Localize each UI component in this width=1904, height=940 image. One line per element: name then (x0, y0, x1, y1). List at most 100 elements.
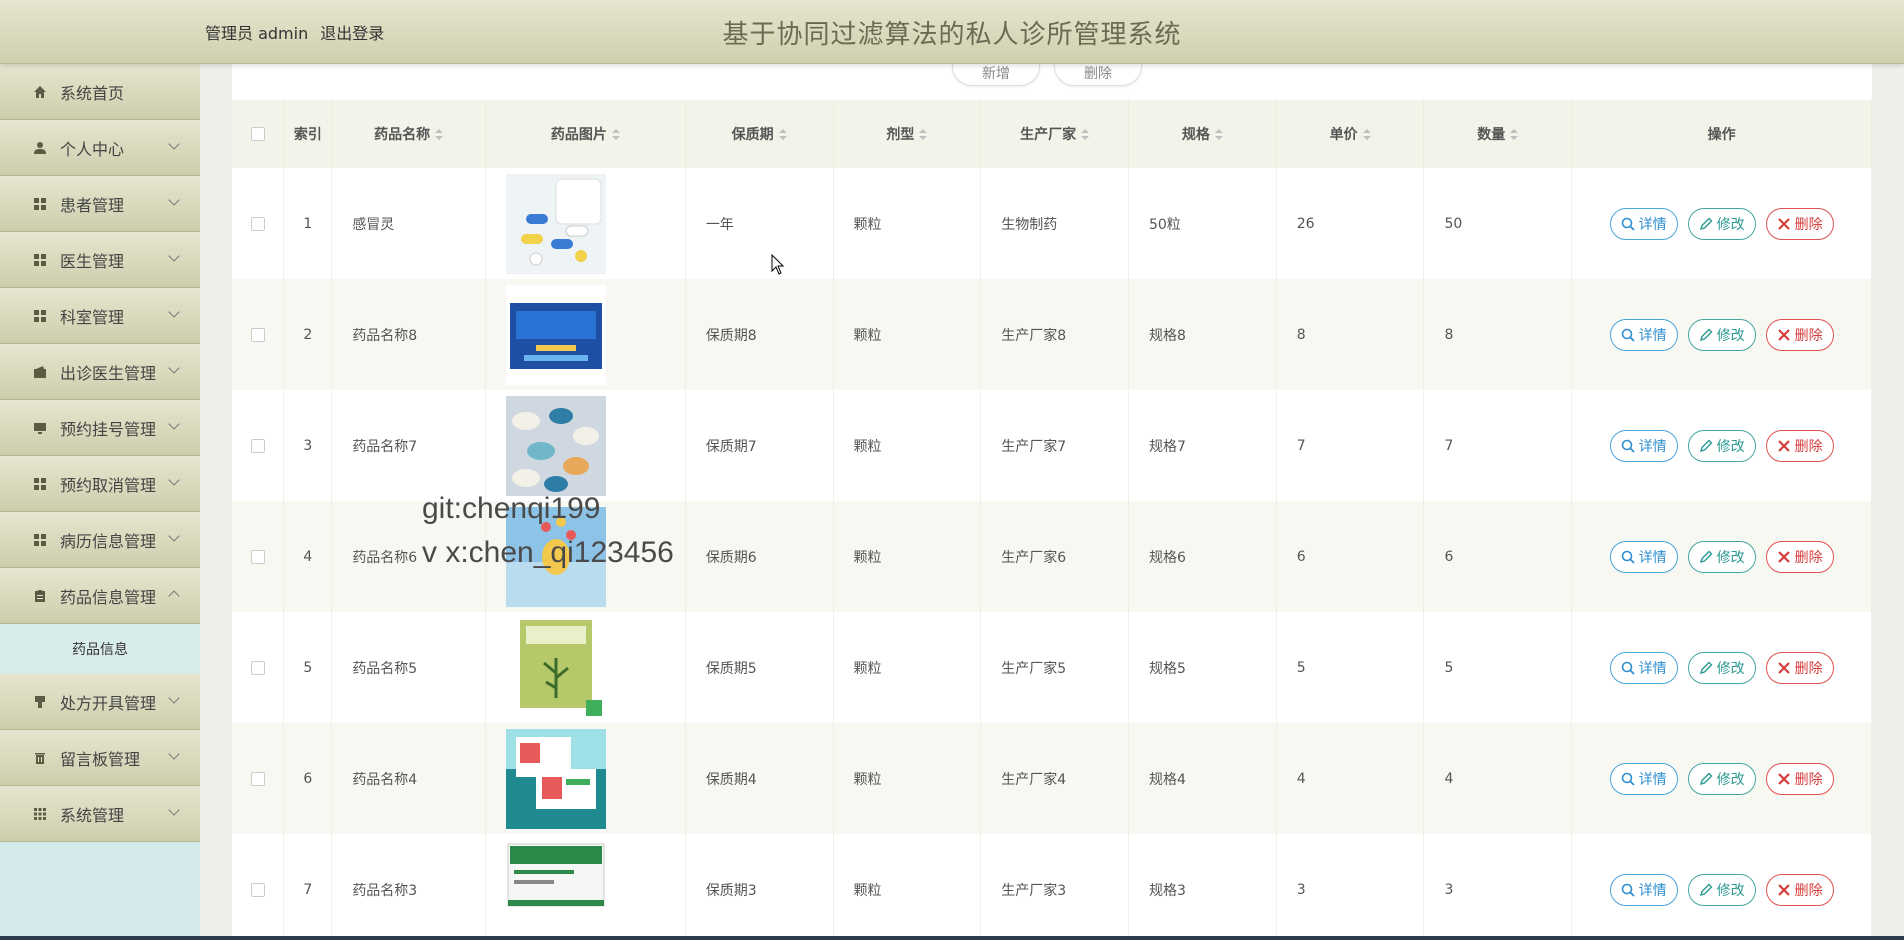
sidebar-item-doctors[interactable]: 医生管理 (0, 232, 200, 288)
sort-icon[interactable] (919, 129, 928, 141)
delete-label: 删除 (1794, 660, 1823, 677)
sidebar-item-departments[interactable]: 科室管理 (0, 288, 200, 344)
shelf-life: 一年 (685, 168, 834, 279)
sidebar-item-personal-center[interactable]: 个人中心 (0, 120, 200, 176)
delete-button[interactable]: 删除 (1765, 318, 1834, 351)
sidebar-item-visiting-doctors[interactable]: 出诊医生管理 (0, 344, 200, 400)
sort-icon[interactable] (611, 129, 620, 141)
name-header[interactable]: 药品名称 (331, 100, 487, 168)
sort-icon[interactable] (1081, 129, 1090, 141)
pencil-icon (1699, 439, 1713, 452)
edit-button[interactable]: 修改 (1687, 318, 1756, 351)
sort-icon[interactable] (1214, 129, 1223, 141)
sort-icon[interactable] (1362, 129, 1371, 141)
edit-button[interactable]: 修改 (1687, 762, 1756, 795)
table-row: 3 药品名称7 保质期7 颗粒 生产厂家7 规格7 7 7 详情 修改 删除 (232, 390, 1872, 501)
row-checkbox[interactable] (250, 660, 265, 675)
unit-price: 5 (1276, 612, 1425, 723)
header-label: 规格 (1181, 127, 1210, 143)
apps-icon (32, 806, 48, 822)
detail-button[interactable]: 详情 (1609, 651, 1678, 684)
grid-icon (32, 252, 48, 268)
actions-cell: 详情 修改 删除 (1571, 279, 1872, 390)
actions-cell: 详情 修改 删除 (1571, 168, 1872, 279)
delete-button[interactable]: 删除 (1765, 762, 1834, 795)
select-all-header (232, 100, 285, 168)
sidebar-item-system[interactable]: 系统管理 (0, 786, 200, 842)
row-checkbox[interactable] (250, 216, 265, 231)
sort-icon[interactable] (778, 129, 787, 141)
drug-name: 药品名称4 (331, 723, 487, 834)
row-index: 3 (283, 390, 333, 501)
shelf-life-header[interactable]: 保质期 (685, 100, 834, 168)
edit-label: 修改 (1716, 438, 1745, 455)
edit-button[interactable]: 修改 (1687, 429, 1756, 462)
row-checkbox[interactable] (250, 327, 265, 342)
sidebar-item-appointments[interactable]: 预约挂号管理 (0, 400, 200, 456)
delete-button[interactable]: 删除 (1765, 540, 1834, 573)
sidebar-item-label: 医生管理 (60, 251, 125, 271)
detail-label: 详情 (1638, 549, 1667, 566)
action-group: 详情 修改 删除 (1572, 318, 1871, 351)
sort-icon[interactable] (435, 129, 444, 141)
sidebar-item-label: 留言板管理 (60, 749, 141, 769)
watermark-line-1: git:chenqi199 (422, 492, 601, 525)
row-checkbox[interactable] (250, 771, 265, 786)
sort-icon[interactable] (1510, 129, 1519, 141)
sidebar-item-drug-info[interactable]: 药品信息管理 (0, 568, 200, 624)
detail-button[interactable]: 详情 (1609, 207, 1678, 240)
row-checkbox[interactable] (250, 549, 265, 564)
delete-button[interactable]: 删除 (1765, 651, 1834, 684)
row-checkbox[interactable] (250, 438, 265, 453)
drug-name: 药品名称3 (331, 834, 487, 940)
detail-button[interactable]: 详情 (1609, 318, 1678, 351)
drug-name: 感冒灵 (331, 168, 487, 279)
sidebar-item-prescriptions[interactable]: 处方开具管理 (0, 674, 200, 730)
sidebar-item-home[interactable]: 系统首页 (0, 64, 200, 120)
delete-label: 删除 (1794, 882, 1823, 899)
grid-icon (32, 308, 48, 324)
delete-button[interactable]: 删除 (1765, 429, 1834, 462)
sidebar-item-label: 预约挂号管理 (60, 419, 157, 439)
sidebar-item-patients[interactable]: 患者管理 (0, 176, 200, 232)
shelf-life: 保质期7 (685, 390, 834, 501)
detail-button[interactable]: 详情 (1609, 540, 1678, 573)
edit-button[interactable]: 修改 (1687, 540, 1756, 573)
spec-header[interactable]: 规格 (1128, 100, 1277, 168)
specification: 规格7 (1128, 390, 1277, 501)
quantity-header[interactable]: 数量 (1423, 100, 1573, 168)
sidebar-subitem-drug-info[interactable]: 药品信息 (0, 624, 200, 674)
edit-button[interactable]: 修改 (1687, 873, 1756, 906)
delete-button[interactable]: 删除 (1765, 207, 1834, 240)
home-icon (32, 84, 48, 100)
delete-button[interactable]: 删除 (1765, 873, 1834, 906)
detail-button[interactable]: 详情 (1609, 429, 1678, 462)
sidebar-item-label: 患者管理 (60, 195, 125, 215)
close-icon (1777, 772, 1790, 785)
drug-image (506, 839, 607, 940)
delete-label: 删除 (1794, 216, 1823, 233)
row-checkbox[interactable] (250, 882, 265, 897)
price-header[interactable]: 单价 (1276, 100, 1425, 168)
sidebar-item-cancellations[interactable]: 预约取消管理 (0, 456, 200, 512)
select-all-checkbox[interactable] (250, 127, 265, 141)
edit-button[interactable]: 修改 (1687, 207, 1756, 240)
chevron-down-icon (168, 692, 180, 704)
pencil-icon (1699, 550, 1713, 563)
pencil-icon (1699, 772, 1713, 785)
manufacturer-header[interactable]: 生产厂家 (980, 100, 1129, 168)
chevron-down-icon (168, 418, 180, 430)
image-header[interactable]: 药品图片 (485, 100, 686, 168)
drug-image-cell (485, 723, 686, 834)
edit-button[interactable]: 修改 (1687, 651, 1756, 684)
shelf-life: 保质期6 (685, 501, 834, 612)
row-index: 5 (283, 612, 333, 723)
detail-button[interactable]: 详情 (1609, 762, 1678, 795)
header-label: 生产厂家 (1020, 127, 1077, 143)
detail-button[interactable]: 详情 (1609, 873, 1678, 906)
top-header: 管理员 admin 退出登录 基于协同过滤算法的私人诊所管理系统 (0, 0, 1904, 64)
sidebar-item-medical-records[interactable]: 病历信息管理 (0, 512, 200, 568)
drug-name: 药品名称5 (331, 612, 487, 723)
form-header[interactable]: 剂型 (833, 100, 982, 168)
sidebar-item-message-board[interactable]: 留言板管理 (0, 730, 200, 786)
